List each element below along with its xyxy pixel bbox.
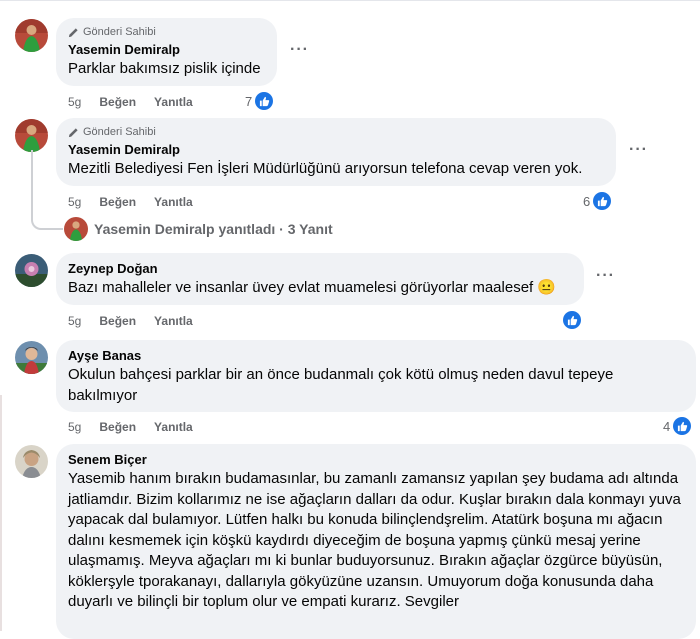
comment-text: Okulun bahçesi parklar bir an önce budan… [68, 366, 614, 404]
comment-time[interactable]: 5g [68, 420, 81, 434]
comment-text: Yasemib hanım bırakın budamasınlar, bu z… [68, 470, 681, 610]
left-edge-strip [0, 395, 2, 631]
avatar[interactable] [15, 19, 48, 52]
like-button[interactable]: Beğen [99, 420, 136, 434]
pencil-icon [68, 127, 78, 137]
reply-button[interactable]: Yanıtla [154, 314, 193, 328]
thumbs-up-icon [673, 417, 692, 435]
avatar[interactable] [15, 445, 48, 478]
comment-time[interactable]: 5g [68, 314, 81, 328]
comment-text: Mezitli Belediyesi Fen İşleri Müdürlüğün… [68, 160, 583, 177]
reaction-number: 4 [663, 418, 671, 434]
comment-actions: 5g Beğen Yanıtla [68, 195, 211, 209]
thumbs-up-icon [255, 92, 274, 110]
reaction-count[interactable]: 6 [583, 192, 612, 210]
reaction-number: 6 [583, 193, 591, 209]
comment-actions: 5g Beğen Yanıtla [68, 314, 211, 328]
comment-author[interactable]: Zeynep Doğan [68, 260, 572, 277]
comment-actions: 5g Beğen Yanıtla [68, 95, 211, 109]
reaction-number: 7 [245, 93, 253, 109]
reply-button[interactable]: Yanıtla [154, 420, 193, 434]
more-dots-icon[interactable]: ··· [596, 267, 615, 285]
avatar[interactable] [15, 254, 48, 287]
like-button[interactable]: Beğen [99, 314, 136, 328]
reply-button[interactable]: Yanıtla [154, 195, 193, 209]
avatar [64, 217, 88, 241]
comment-author[interactable]: Ayşe Banas [68, 347, 684, 364]
view-replies-link[interactable]: Yasemin Demiralp yanıtladı · 3 Yanıt [64, 217, 333, 241]
like-button[interactable]: Beğen [99, 95, 136, 109]
badge-label: Gönderi Sahibi [83, 26, 156, 38]
like-button[interactable]: Beğen [99, 195, 136, 209]
comment-time[interactable]: 5g [68, 95, 81, 109]
thumbs-up-icon [563, 311, 581, 329]
comment-bubble: Zeynep Doğan Bazı mahalleler ve insanlar… [56, 253, 584, 305]
comment-author[interactable]: Yasemin Demiralp [68, 141, 604, 158]
comment-text: Bazı mahalleler ve insanlar üvey evlat m… [68, 279, 557, 296]
comment-actions: 5g Beğen Yanıtla [68, 420, 211, 434]
more-dots-icon[interactable]: ··· [629, 141, 648, 159]
reply-button[interactable]: Yanıtla [154, 95, 193, 109]
thumbs-up-icon [593, 192, 612, 210]
avatar[interactable] [15, 341, 48, 374]
comment-text: Parklar bakımsız pislik içinde [68, 60, 261, 77]
comment-time[interactable]: 5g [68, 195, 81, 209]
more-dots-icon[interactable]: ··· [290, 41, 309, 59]
comment-author[interactable]: Yasemin Demiralp [68, 41, 265, 58]
pencil-icon [68, 27, 78, 37]
author-badge: Gönderi Sahibi [68, 125, 604, 139]
reaction-count[interactable]: 7 [245, 92, 274, 110]
comment-author[interactable]: Senem Biçer [68, 451, 684, 468]
replies-label: Yasemin Demiralp yanıtladı · 3 Yanıt [94, 221, 333, 237]
reaction-count[interactable] [563, 311, 581, 329]
comment-bubble: Senem Biçer Yasemib hanım bırakın budama… [56, 444, 696, 639]
comment-bubble: Gönderi Sahibi Yasemin Demiralp Mezitli … [56, 118, 616, 186]
comment-bubble: Ayşe Banas Okulun bahçesi parklar bir an… [56, 340, 696, 412]
badge-label: Gönderi Sahibi [83, 126, 156, 138]
author-badge: Gönderi Sahibi [68, 25, 265, 39]
avatar[interactable] [15, 119, 48, 152]
top-divider [0, 0, 700, 1]
reaction-count[interactable]: 4 [663, 417, 692, 435]
comment-bubble: Gönderi Sahibi Yasemin Demiralp Parklar … [56, 18, 277, 86]
